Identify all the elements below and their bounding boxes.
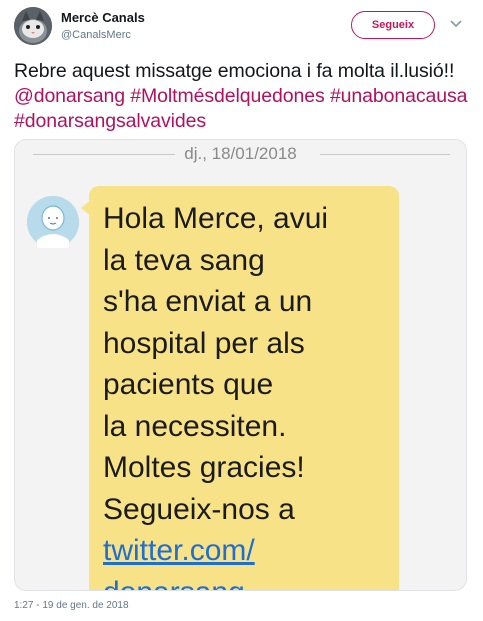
tweet-text: Rebre aquest missatge emociona i fa molt…	[14, 59, 469, 134]
author-handle[interactable]: @CanalsMerc	[61, 29, 131, 41]
sms-link[interactable]: donarsang	[103, 576, 245, 591]
sms-link[interactable]: twitter.com/	[103, 534, 255, 567]
hashtag-link[interactable]: #Moltmésdelquedones	[130, 85, 324, 107]
author-name[interactable]: Mercè Canals	[61, 10, 145, 25]
follow-button[interactable]: Segueix	[351, 11, 435, 39]
tweet-media-image[interactable]: dj., 18/01/2018 Hola Merce, avui la teva…	[14, 139, 467, 591]
avatar[interactable]	[14, 7, 52, 45]
mention-link[interactable]: @donarsang	[14, 85, 125, 107]
tweet-header: Mercè Canals @CanalsMerc Segueix	[0, 0, 483, 56]
sms-date-row: dj., 18/01/2018	[15, 140, 466, 174]
cat-avatar-image	[14, 7, 52, 45]
sms-message-text: Hola Merce, avui la teva sang s'ha envia…	[103, 202, 329, 526]
hashtag-link[interactable]: #unabonacausa	[330, 85, 468, 107]
sms-message: Hola Merce, avui la teva sang s'ha envia…	[103, 198, 393, 591]
chevron-down-icon[interactable]	[446, 14, 466, 34]
divider	[320, 154, 450, 155]
person-icon	[27, 196, 79, 248]
tweet-body-text: Rebre aquest missatge emociona i fa molt…	[14, 60, 455, 82]
tweet-timestamp[interactable]: 1:27 - 19 de gen. de 2018	[14, 600, 129, 611]
hashtag-link[interactable]: #donarsangsalvavides	[14, 110, 206, 132]
